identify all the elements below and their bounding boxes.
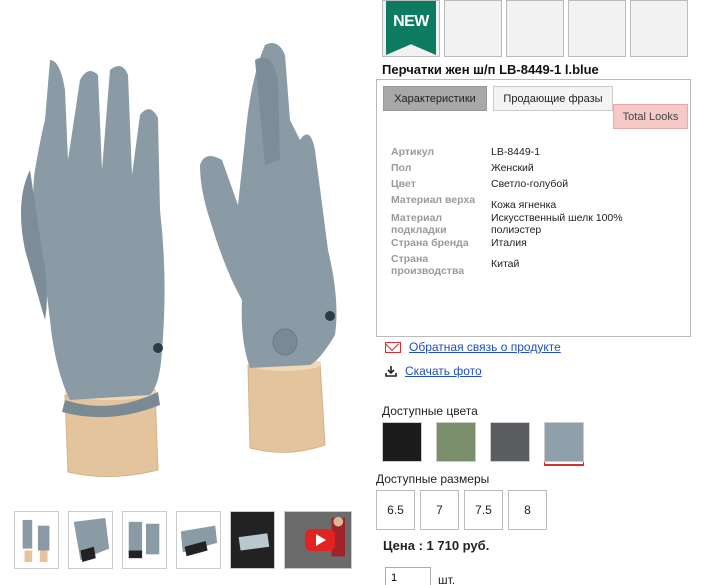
attributes-table: Артикул LB-8449-1 Пол Женский Цвет Светл… bbox=[391, 146, 681, 278]
attribute-value: Кожа ягненка bbox=[491, 199, 557, 211]
attribute-key: Материал подкладки bbox=[391, 212, 447, 236]
attribute-value: Искусственный шелк 100% полиэстер bbox=[491, 212, 623, 236]
size-option-6-5[interactable]: 6.5 bbox=[376, 490, 415, 530]
attribute-key: Страна производства bbox=[391, 253, 465, 277]
badge-placeholder-2 bbox=[506, 0, 564, 57]
thumbnail-video[interactable] bbox=[284, 511, 352, 569]
attribute-row: Материал верха Кожа ягненка bbox=[391, 194, 681, 211]
feedback-link[interactable]: Обратная связь о продукте bbox=[409, 340, 561, 354]
thumbnail-strip bbox=[14, 511, 352, 569]
quantity-unit: шт. bbox=[438, 573, 456, 585]
attribute-row: Артикул LB-8449-1 bbox=[391, 146, 681, 161]
size-option-7-5[interactable]: 7.5 bbox=[464, 490, 503, 530]
price: Цена : 1 710 руб. bbox=[383, 538, 490, 553]
play-icon bbox=[305, 529, 335, 551]
attribute-value: Женский bbox=[491, 162, 534, 174]
attribute-row: Материал подкладки Искусственный шелк 10… bbox=[391, 212, 681, 236]
badge-placeholder-4 bbox=[630, 0, 688, 57]
color-swatch-light-blue[interactable] bbox=[544, 422, 584, 462]
product-title: Перчатки жен ш/п LB-8449-1 l.blue bbox=[382, 62, 599, 77]
attribute-row: Цвет Светло-голубой bbox=[391, 178, 681, 193]
attribute-row: Пол Женский bbox=[391, 162, 681, 177]
tab-total-looks[interactable]: Total Looks bbox=[613, 104, 688, 129]
thumbnail-2[interactable] bbox=[68, 511, 113, 569]
download-photo-link[interactable]: Скачать фото bbox=[405, 364, 482, 378]
color-swatches bbox=[382, 422, 584, 462]
tab-characteristics[interactable]: Характеристики bbox=[383, 86, 487, 111]
attribute-row: Страна производства Китай bbox=[391, 253, 681, 277]
feedback-row: Обратная связь о продукте bbox=[385, 340, 561, 354]
download-row: Скачать фото bbox=[385, 364, 482, 378]
badges-row: NEW bbox=[382, 0, 688, 57]
thumbnail-1[interactable] bbox=[14, 511, 59, 569]
badge-placeholder-3 bbox=[568, 0, 626, 57]
attribute-value: Италия bbox=[491, 237, 527, 249]
quantity-input[interactable] bbox=[385, 567, 431, 585]
right-glove bbox=[200, 42, 337, 368]
thumbnail-5[interactable] bbox=[230, 511, 275, 569]
attribute-key: Пол bbox=[391, 162, 412, 174]
attribute-row: Страна бренда Италия bbox=[391, 237, 681, 252]
tab-selling-phrases[interactable]: Продающие фразы bbox=[493, 86, 613, 111]
right-stand bbox=[247, 361, 326, 453]
new-badge: NEW bbox=[382, 0, 440, 57]
color-swatch-green[interactable] bbox=[436, 422, 476, 462]
color-swatch-dark-grey[interactable] bbox=[490, 422, 530, 462]
attribute-key: Цвет bbox=[391, 178, 416, 190]
attribute-key: Артикул bbox=[391, 146, 435, 158]
attribute-key: Страна бренда bbox=[391, 237, 469, 249]
product-main-image[interactable] bbox=[10, 20, 365, 490]
attribute-value: LB-8449-1 bbox=[491, 146, 541, 158]
color-swatch-black[interactable] bbox=[382, 422, 422, 462]
left-glove bbox=[21, 60, 165, 418]
attribute-value: Китай bbox=[491, 258, 520, 270]
attribute-value: Светло-голубой bbox=[491, 178, 569, 190]
size-option-7[interactable]: 7 bbox=[420, 490, 459, 530]
size-options: 6.5 7 7.5 8 bbox=[376, 490, 547, 530]
thumbnail-3[interactable] bbox=[122, 511, 167, 569]
size-option-8[interactable]: 8 bbox=[508, 490, 547, 530]
sizes-label: Доступные размеры bbox=[376, 472, 490, 486]
product-info-panel: Характеристики Продающие фразы Total Loo… bbox=[376, 79, 691, 337]
colors-label: Доступные цвета bbox=[382, 404, 478, 418]
download-icon bbox=[385, 365, 397, 377]
badge-placeholder-1 bbox=[444, 0, 502, 57]
thumbnail-4[interactable] bbox=[176, 511, 221, 569]
mail-icon bbox=[385, 341, 401, 353]
attribute-key: Материал верха bbox=[391, 194, 476, 206]
